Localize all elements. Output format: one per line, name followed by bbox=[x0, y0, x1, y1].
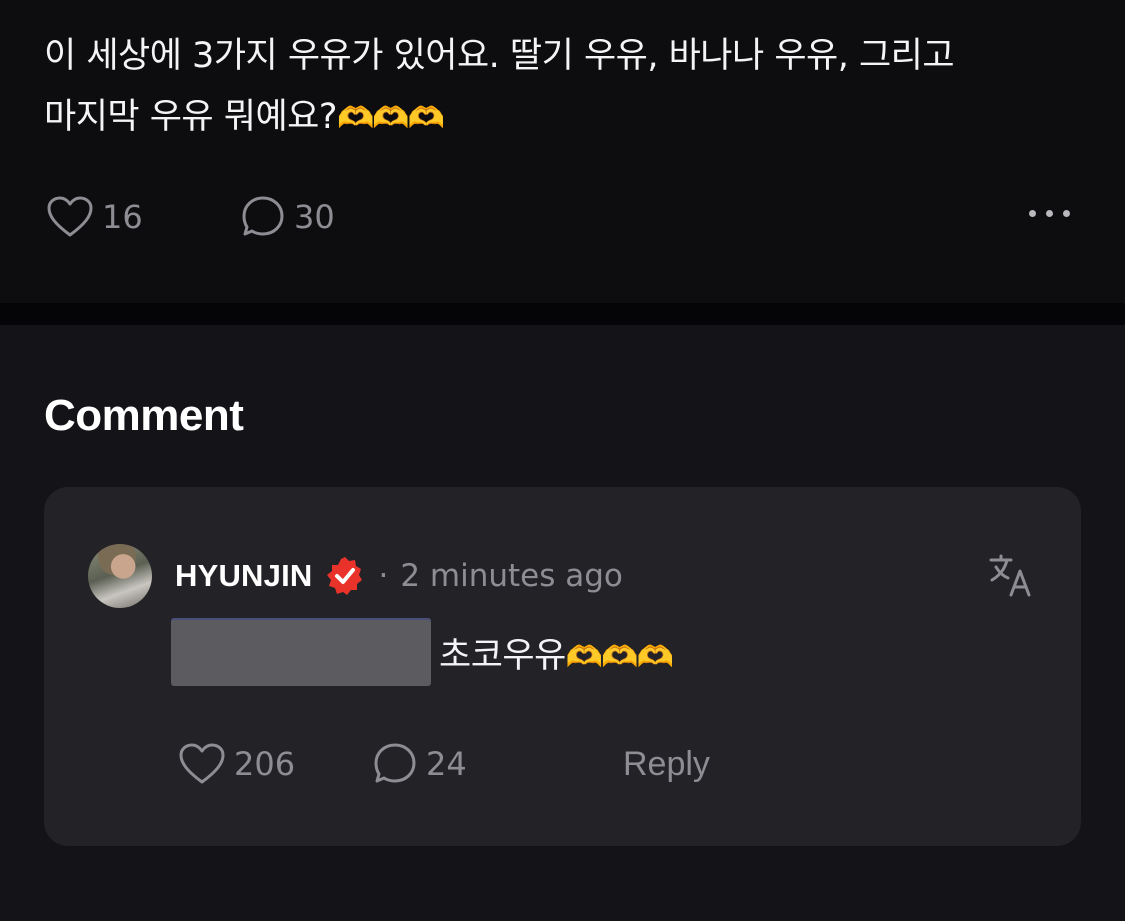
heart-icon bbox=[47, 196, 93, 237]
more-dot bbox=[1063, 210, 1070, 217]
post-emoji: 🫶🫶🫶 bbox=[336, 101, 445, 136]
comment-separator: · bbox=[378, 558, 389, 594]
more-dot bbox=[1029, 210, 1036, 217]
comment-body: 초코우유🫶🫶🫶 bbox=[171, 617, 674, 687]
comment-reply-count-button[interactable]: 24 bbox=[372, 737, 467, 791]
post-comment-count: 30 bbox=[294, 198, 335, 236]
comment-header: HYUNJIN · 2 minutes ago bbox=[175, 552, 623, 600]
post-comment-button[interactable]: 30 bbox=[240, 190, 335, 244]
avatar[interactable] bbox=[88, 544, 152, 608]
more-icon[interactable] bbox=[1029, 210, 1070, 217]
comment-time: 2 minutes ago bbox=[400, 558, 623, 594]
verified-badge-icon bbox=[327, 557, 363, 595]
comment-text-content: 초코우유 bbox=[439, 635, 566, 676]
post-text-line1: 이 세상에 3가지 우유가 있어요. 딸기 우유, 바나나 우유, 그리고 bbox=[44, 36, 955, 76]
comment-like-count: 206 bbox=[234, 745, 296, 783]
comments-section: Comment HYUNJIN · 2 minutes ago 초코우유🫶🫶🫶 … bbox=[0, 325, 1125, 921]
comment-username[interactable]: HYUNJIN bbox=[175, 558, 312, 594]
post-text: 이 세상에 3가지 우유가 있어요. 딸기 우유, 바나나 우유, 그리고 마지… bbox=[44, 26, 1084, 149]
reply-button[interactable]: Reply bbox=[623, 737, 710, 791]
section-divider bbox=[0, 303, 1125, 325]
translate-icon[interactable] bbox=[987, 551, 1035, 599]
comment-card: HYUNJIN · 2 minutes ago 초코우유🫶🫶🫶 206 24 R… bbox=[44, 487, 1081, 846]
comments-title: Comment bbox=[44, 391, 244, 440]
comment-emoji: 🫶🫶🫶 bbox=[565, 639, 674, 675]
post: 이 세상에 3가지 우유가 있어요. 딸기 우유, 바나나 우유, 그리고 마지… bbox=[0, 0, 1125, 303]
comment-like-button[interactable]: 206 bbox=[178, 737, 295, 791]
post-like-count: 16 bbox=[102, 198, 143, 236]
post-actions: 16 30 bbox=[44, 190, 1084, 244]
redacted-block bbox=[171, 618, 431, 686]
comment-bubble-icon bbox=[242, 196, 284, 236]
heart-icon bbox=[179, 743, 225, 784]
more-dot bbox=[1046, 210, 1053, 217]
post-text-line2: 마지막 우유 뭐예요? bbox=[44, 97, 337, 137]
post-like-button[interactable]: 16 bbox=[46, 190, 143, 244]
comment-text: 초코우유🫶🫶🫶 bbox=[439, 627, 674, 678]
comment-bubble-icon bbox=[374, 743, 416, 783]
comment-reply-count: 24 bbox=[426, 745, 467, 783]
page: 이 세상에 3가지 우유가 있어요. 딸기 우유, 바나나 우유, 그리고 마지… bbox=[0, 0, 1125, 921]
